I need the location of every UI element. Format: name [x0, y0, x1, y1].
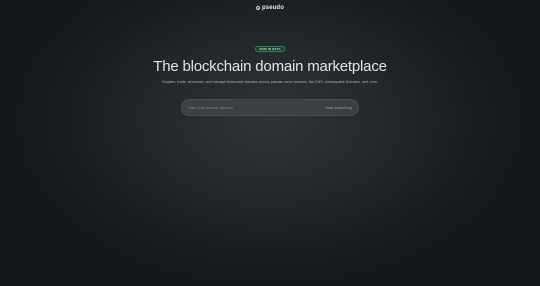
start-search-button[interactable]: Start searching [325, 105, 352, 111]
top-header: pseudo [0, 0, 540, 14]
hero-section: NOW IN BETA The blockchain domain market… [0, 46, 540, 116]
logo-link[interactable]: pseudo [256, 5, 284, 11]
page-title: The blockchain domain marketplace [153, 58, 387, 75]
beta-badge: NOW IN BETA [255, 46, 285, 52]
search-bar: Start searching [181, 99, 359, 116]
page-subtitle: Register, trade, showcase, and manage bl… [162, 80, 378, 84]
page: pseudo NOW IN BETA The blockchain domain… [0, 0, 540, 286]
logo-text: pseudo [262, 4, 284, 11]
circle-logo-icon [256, 5, 261, 10]
search-input[interactable] [188, 103, 322, 112]
